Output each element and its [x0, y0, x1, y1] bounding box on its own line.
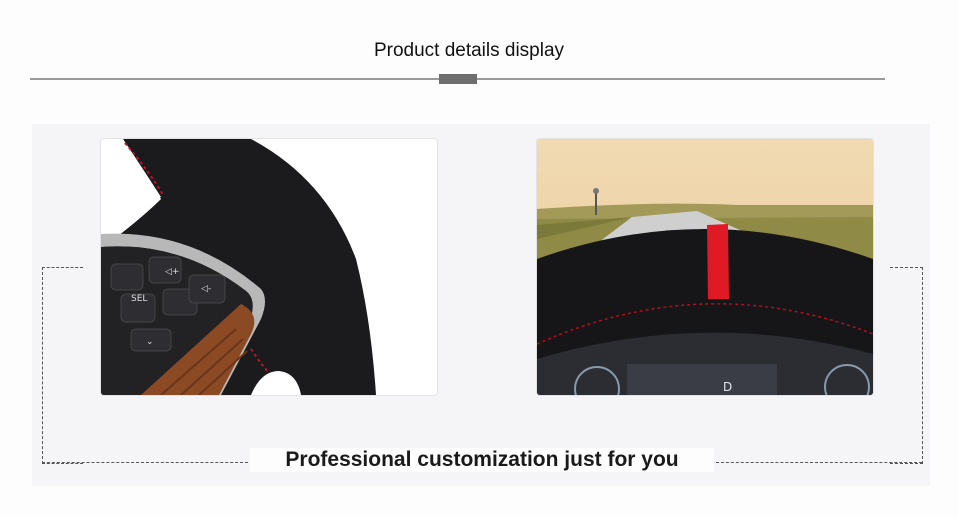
page-title: Product details display	[373, 40, 565, 61]
steering-wheel-road-image: D	[537, 139, 873, 395]
svg-text:◁-: ◁-	[201, 284, 211, 294]
dashed-frame-left	[42, 267, 83, 464]
steering-wheel-controls-image: SEL ◁+ ◁- ⌄	[101, 139, 437, 395]
svg-text:◁+: ◁+	[165, 267, 179, 277]
svg-text:SEL: SEL	[131, 294, 147, 304]
dashed-frame-right	[890, 267, 923, 464]
steering-wheel-road-view-photo: D	[536, 138, 874, 396]
svg-text:D: D	[723, 380, 732, 394]
title-divider-accent	[439, 74, 477, 84]
steering-wheel-controls-photo: SEL ◁+ ◁- ⌄	[100, 138, 438, 396]
dashed-frame-bottom-left	[42, 462, 248, 463]
dashed-frame-bottom-right	[716, 462, 922, 463]
svg-text:⌄: ⌄	[146, 337, 154, 347]
customization-caption: Professional customization just for you	[250, 448, 714, 472]
